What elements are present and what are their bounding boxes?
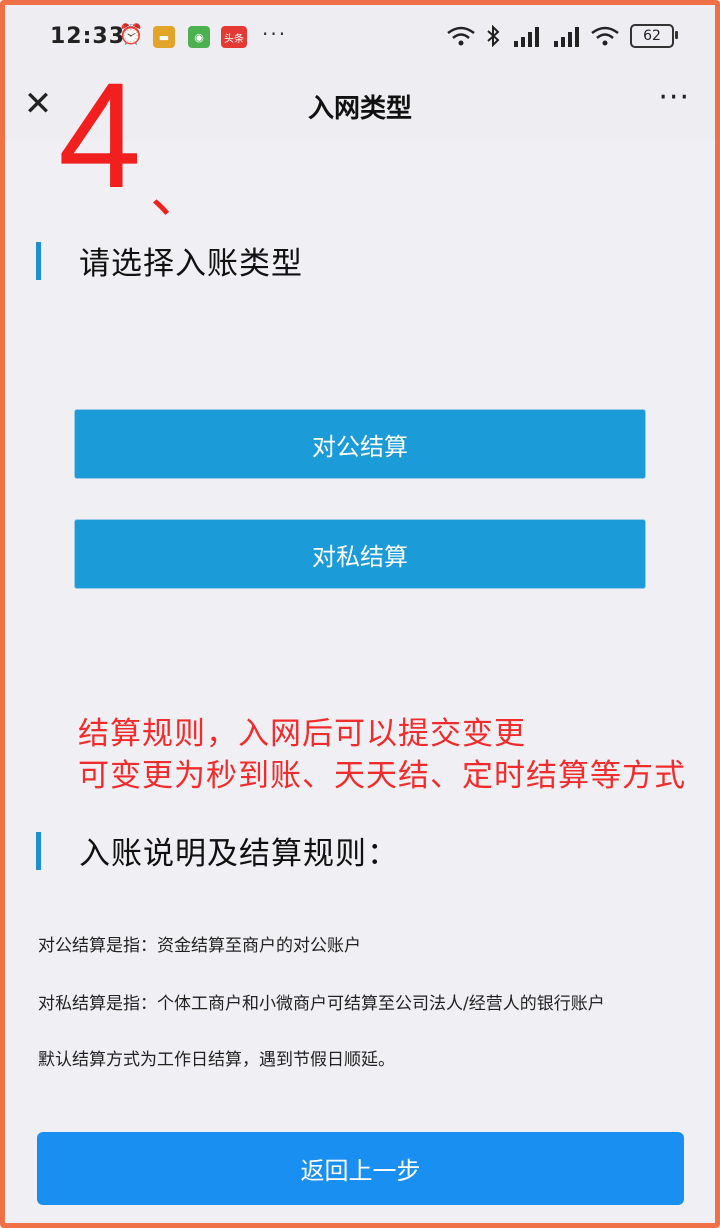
annotation-step-number: 4 <box>58 51 142 219</box>
annotation-note-line2: 可变更为秒到账、天天结、定时结算等方式 <box>78 758 686 794</box>
notes-app-icon: ▬ <box>153 26 175 48</box>
alarm-icon: ⏰ <box>118 22 144 46</box>
status-time: 12:33 <box>50 24 126 49</box>
status-more-icon: ··· <box>262 22 288 46</box>
wifi-icon <box>447 26 475 46</box>
wifi-icon-2 <box>591 26 619 46</box>
section-title: 请选择入账类型 <box>79 246 303 282</box>
private-settlement-button[interactable]: 对私结算 <box>74 519 646 589</box>
bluetooth-icon <box>487 25 500 47</box>
rule-text: 对私结算是指：个体工商户和小微商户可结算至公司法人/经营人的银行账户 <box>38 994 605 1014</box>
section-header-rules: 入账说明及结算规则： <box>36 828 399 873</box>
section-header-account-type: 请选择入账类型 <box>36 238 303 283</box>
rule-text: 默认结算方式为工作日结算，遇到节假日顺延。 <box>38 1050 395 1070</box>
wechat-app-icon: ◉ <box>188 26 210 48</box>
section-accent-bar <box>36 831 41 870</box>
section-title: 入账说明及结算规则： <box>79 836 399 872</box>
corporate-settlement-button[interactable]: 对公结算 <box>74 409 646 479</box>
annotation-note-line1: 结算规则，入网后可以提交变更 <box>78 716 526 752</box>
toutiao-app-icon: 头条 <box>221 26 247 48</box>
section-accent-bar <box>36 241 41 280</box>
signal-hd-icon-2 <box>554 27 579 47</box>
back-button[interactable]: 返回上一步 <box>37 1132 684 1205</box>
battery-icon: 62 <box>630 24 678 48</box>
status-indicators: 62 <box>446 24 678 48</box>
signal-hd-icon <box>514 27 539 47</box>
rule-text: 对公结算是指：资金结算至商户的对公账户 <box>38 936 361 956</box>
annotation-step-mark: 、 <box>150 161 206 226</box>
more-options-button[interactable]: ··· <box>658 80 690 115</box>
